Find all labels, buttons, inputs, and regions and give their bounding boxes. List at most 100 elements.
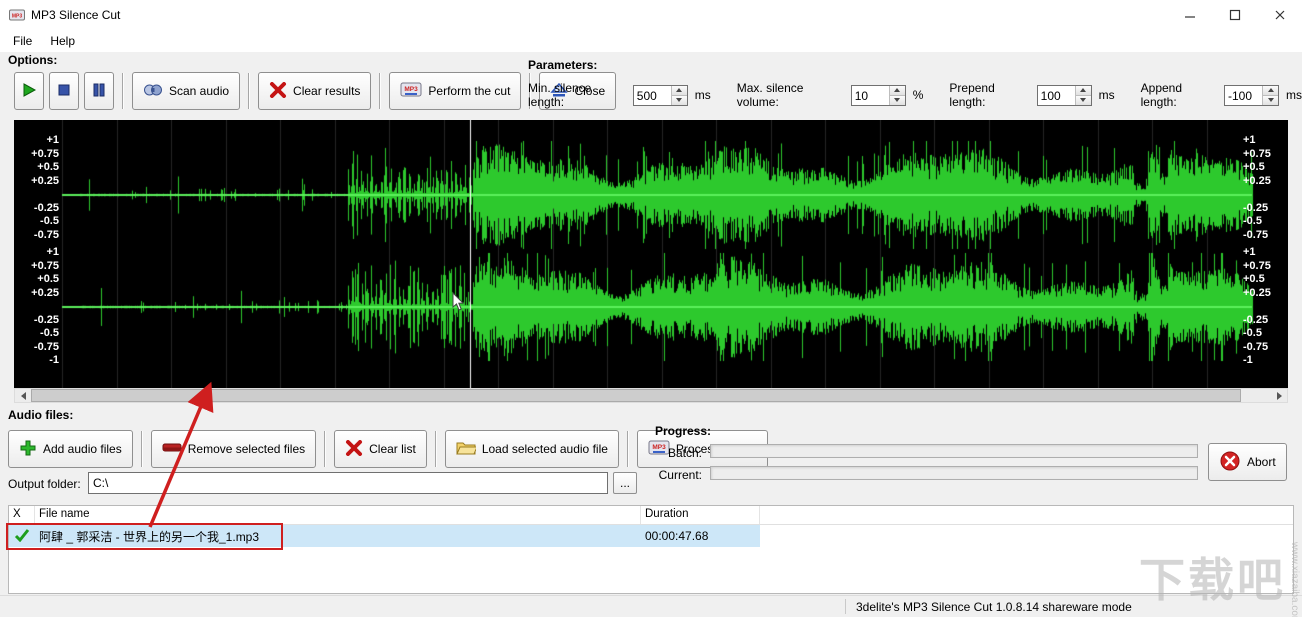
abort-label: Abort: [1247, 455, 1276, 469]
status-bar-text: 3delite's MP3 Silence Cut 1.0.8.14 share…: [856, 600, 1132, 614]
output-folder-label: Output folder:: [8, 477, 81, 491]
parameters-section: Parameters: Min. silence length: 500 ms …: [528, 58, 1302, 109]
play-button[interactable]: [14, 72, 44, 110]
toolbar-separator: [324, 431, 326, 467]
axis-label: -0.25: [1243, 202, 1285, 214]
menu-bar: File Help: [0, 30, 1302, 52]
max-silence-volume-spinner[interactable]: 10: [851, 85, 906, 106]
axis-label: +0.5: [17, 161, 59, 173]
axis-label: +1: [1243, 134, 1285, 146]
axis-label: +0.75: [17, 148, 59, 160]
min-silence-length-spinner[interactable]: 500: [633, 85, 688, 106]
remove-icon: [162, 441, 182, 458]
axis-label: +1: [17, 134, 59, 146]
prepend-length-field: Prepend length: 100 ms: [949, 81, 1114, 109]
table-row[interactable]: 阿肆 _ 郭采洁 - 世界上的另一个我_1.mp3 00:00:47.68: [9, 525, 760, 547]
axis-label: -1: [1243, 354, 1285, 366]
axis-label: +0.5: [17, 273, 59, 285]
audio-files-section-label: Audio files:: [8, 408, 73, 422]
scroll-right-button[interactable]: [1271, 389, 1287, 402]
spinner-value[interactable]: 100: [1038, 86, 1075, 105]
spin-down-button[interactable]: [1263, 96, 1278, 105]
toolbar-separator: [141, 431, 143, 467]
add-plus-icon: [19, 439, 37, 460]
scan-icon: [143, 81, 163, 102]
batch-label: Batch:: [658, 446, 702, 460]
column-header-duration[interactable]: Duration: [641, 506, 760, 524]
toolbar-separator: [248, 73, 250, 109]
append-length-spinner[interactable]: -100: [1224, 85, 1279, 106]
param-label: Prepend length:: [949, 81, 1029, 109]
play-icon: [21, 82, 37, 101]
waveform-panel[interactable]: +1+1+0.75+0.75+0.5+0.5+0.25+0.25-0.25-0.…: [14, 120, 1288, 388]
axis-label: +0.25: [17, 175, 59, 187]
axis-label: +1: [17, 246, 59, 258]
min-silence-length-field: Min. silence length: 500 ms: [528, 81, 711, 109]
axis-label: +0.25: [1243, 287, 1285, 299]
param-label: Min. silence length:: [528, 81, 626, 109]
stop-button[interactable]: [49, 72, 79, 110]
remove-selected-files-button[interactable]: Remove selected files: [151, 430, 316, 468]
axis-label: +0.75: [17, 260, 59, 272]
append-length-field: Append length: -100 ms: [1141, 81, 1302, 109]
scrollbar-thumb[interactable]: [31, 389, 1241, 402]
clear-list-button[interactable]: Clear list: [334, 430, 427, 468]
remove-selected-files-label: Remove selected files: [188, 442, 305, 456]
spinner-value[interactable]: 10: [852, 86, 889, 105]
clear-results-label: Clear results: [293, 84, 360, 98]
axis-label: +0.25: [1243, 175, 1285, 187]
add-audio-files-button[interactable]: Add audio files: [8, 430, 133, 468]
window-title: MP3 Silence Cut: [31, 8, 120, 22]
stop-icon: [56, 82, 72, 101]
spin-up-button[interactable]: [890, 86, 905, 96]
spin-down-button[interactable]: [890, 96, 905, 105]
axis-label: -0.5: [1243, 327, 1285, 339]
abort-button[interactable]: Abort: [1208, 443, 1287, 481]
mouse-cursor-icon: [452, 292, 466, 315]
spinner-value[interactable]: -100: [1225, 86, 1262, 105]
svg-text:MP3: MP3: [12, 14, 23, 20]
spin-down-button[interactable]: [672, 96, 687, 105]
minimize-button[interactable]: [1167, 0, 1212, 30]
clear-results-button[interactable]: Clear results: [258, 72, 371, 110]
axis-label: +0.75: [1243, 148, 1285, 160]
column-header-file-name[interactable]: File name: [35, 506, 641, 524]
current-progress-bar: [710, 466, 1198, 480]
spin-up-button[interactable]: [672, 86, 687, 96]
prepend-length-spinner[interactable]: 100: [1037, 85, 1092, 106]
close-button[interactable]: [1257, 0, 1302, 30]
table-header-row: X File name Duration: [9, 506, 1293, 525]
waveform-canvas[interactable]: [14, 120, 1288, 388]
axis-label: -0.5: [17, 215, 59, 227]
spin-down-button[interactable]: [1076, 96, 1091, 105]
axis-label: -1: [17, 354, 59, 366]
scroll-left-button[interactable]: [15, 389, 31, 402]
pause-icon: [91, 82, 107, 101]
param-unit: %: [913, 88, 924, 102]
scan-audio-button[interactable]: Scan audio: [132, 72, 240, 110]
spin-up-button[interactable]: [1263, 86, 1278, 96]
current-label: Current:: [658, 468, 702, 482]
spinner-value[interactable]: 500: [634, 86, 671, 105]
menu-file[interactable]: File: [4, 32, 41, 50]
axis-label: -0.75: [1243, 341, 1285, 353]
options-section-label: Options:: [8, 53, 57, 67]
axis-label: +0.5: [1243, 161, 1285, 173]
status-bar-divider: [845, 599, 846, 614]
browse-folder-button[interactable]: ...: [613, 472, 637, 494]
app-icon: MP3: [9, 8, 25, 22]
output-folder-input[interactable]: [88, 472, 608, 494]
clear-x-icon: [269, 82, 287, 101]
add-audio-files-label: Add audio files: [43, 442, 122, 456]
spin-up-button[interactable]: [1076, 86, 1091, 96]
axis-label: -0.75: [17, 229, 59, 241]
column-header-status[interactable]: X: [9, 506, 35, 524]
axis-label: +0.5: [1243, 273, 1285, 285]
maximize-button[interactable]: [1212, 0, 1257, 30]
waveform-scrollbar[interactable]: [14, 388, 1288, 403]
pause-button[interactable]: [84, 72, 114, 110]
perform-cut-button[interactable]: MP3 Perform the cut: [389, 72, 521, 110]
menu-help[interactable]: Help: [41, 32, 84, 50]
load-selected-audio-file-button[interactable]: Load selected audio file: [445, 430, 619, 468]
load-selected-audio-file-label: Load selected audio file: [482, 442, 608, 456]
